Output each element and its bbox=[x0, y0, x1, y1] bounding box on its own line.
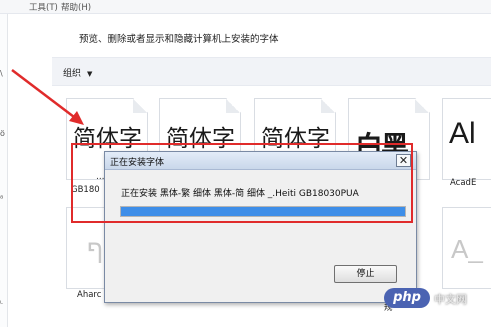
page-fold-icon bbox=[321, 99, 335, 113]
menu-bar: 工具(T) 帮助(H) bbox=[0, 0, 491, 14]
font-sample: ף bbox=[87, 234, 104, 264]
page-fold-icon bbox=[415, 99, 429, 113]
highlight-box bbox=[71, 143, 413, 223]
nav-glyph: ᴸ bbox=[0, 299, 3, 308]
font-sample: Al bbox=[449, 117, 476, 150]
red-arrow-icon bbox=[11, 69, 84, 125]
font-tile[interactable]: A_ bbox=[442, 207, 491, 289]
font-tile[interactable]: Al bbox=[442, 98, 491, 180]
stop-button[interactable]: 停止 bbox=[334, 265, 397, 283]
toolbar: 组织 ▼ bbox=[52, 57, 491, 86]
font-sample: A_ bbox=[451, 234, 483, 264]
php-logo: php bbox=[384, 288, 430, 308]
nav-glyph: ⁸ bbox=[0, 194, 4, 203]
watermark-text: 中文网 bbox=[434, 293, 467, 306]
page-title: 预览、删除或者显示和隐藏计算机上安装的字体 bbox=[79, 34, 279, 45]
menu-tools[interactable]: 工具(T) bbox=[29, 1, 58, 13]
page-fold-icon bbox=[133, 99, 147, 113]
tile-label: AcadE bbox=[450, 178, 477, 188]
tile-label: Aharc bbox=[77, 290, 102, 300]
page-fold-icon bbox=[226, 99, 240, 113]
menu-help[interactable]: 帮助(H) bbox=[61, 1, 91, 13]
